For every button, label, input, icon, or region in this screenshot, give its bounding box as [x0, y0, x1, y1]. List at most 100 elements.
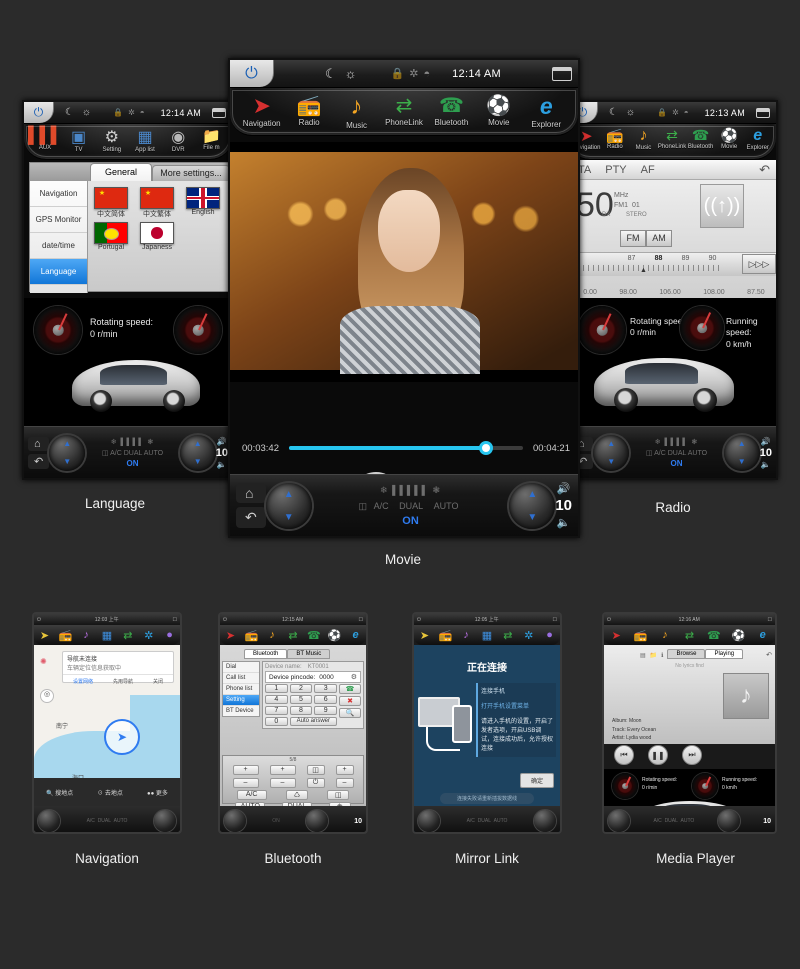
temp-up-icon[interactable]: ▲ — [607, 439, 615, 448]
bluetooth-phone-icon[interactable]: ☎ — [303, 629, 324, 642]
bt-pincode-value[interactable]: 0000 — [319, 674, 333, 681]
window-icon[interactable]: ☐ — [359, 617, 363, 623]
band-am-button[interactable]: AM — [646, 230, 672, 247]
language-option-portugal[interactable]: Portugal — [92, 222, 130, 251]
tab-playing[interactable]: Playing — [705, 649, 744, 659]
volume-down-icon[interactable]: 🔈 — [557, 516, 571, 529]
phonelink-icon[interactable]: ⇄ — [677, 629, 701, 642]
dock-item-phonelink[interactable]: ⇄ PhoneLink — [658, 127, 687, 150]
dock-item-movie[interactable]: ⚽ Movie — [475, 93, 522, 127]
window-icon[interactable]: ☐ — [553, 617, 557, 623]
preset-item[interactable]: 87.50 — [747, 289, 765, 296]
af-button[interactable]: AF — [641, 164, 655, 176]
radio-icon[interactable]: 📻 — [628, 629, 652, 642]
bt-sidebar-item-phone-list[interactable]: Phone list — [223, 684, 259, 695]
temp-down-extra[interactable]: – — [335, 778, 354, 788]
pty-button[interactable]: PTY — [605, 164, 626, 176]
temp-down-left[interactable]: – — [232, 778, 259, 788]
volume-down-icon[interactable]: 🔈 — [761, 460, 771, 469]
volume-up-icon[interactable]: 🔊 — [217, 437, 227, 446]
radio-icon[interactable]: 📻 — [241, 629, 262, 642]
window-icon[interactable]: ☐ — [173, 617, 177, 623]
navigation-arrow-icon[interactable]: ➤ — [220, 629, 241, 642]
map-action-network[interactable]: 设置网络 — [73, 678, 93, 685]
home-icon[interactable]: ⌂ — [236, 483, 266, 503]
movie-ball-icon[interactable]: ⚽ — [324, 629, 345, 642]
bluetooth-icon[interactable]: ✲ — [138, 629, 159, 642]
volume-knob-right[interactable]: ▲ ▼ — [723, 434, 760, 471]
temp-down-right[interactable]: – — [269, 778, 296, 788]
brightness-icon[interactable]: ☼ — [345, 66, 357, 81]
preset-item[interactable]: 106.00 — [659, 289, 680, 296]
moon-icon[interactable]: ☾ — [609, 107, 618, 118]
more-icon[interactable]: ● — [539, 629, 560, 641]
sidebar-item-gps-monitor[interactable]: GPS Monitor — [30, 207, 87, 233]
keypad-key[interactable]: 3 — [314, 684, 337, 693]
temp-down-icon[interactable]: ▼ — [63, 457, 71, 466]
language-option-english[interactable]: English — [184, 187, 222, 219]
mirror-link-confirm-button[interactable]: 确定 — [519, 773, 554, 788]
bluetooth-thumbnail[interactable]: ⏻ 12:15 AM ☐ ➤ 📻 ♪ ⇄ ☎ ⚽ e Bluetooth BT … — [218, 612, 368, 834]
dual-label[interactable]: DUAL — [124, 450, 142, 457]
dock-item-aux[interactable]: ▌▌▌ AUX — [28, 127, 62, 151]
progress-slider[interactable] — [288, 441, 524, 455]
media-icon-info[interactable]: ℹ — [661, 652, 663, 659]
hvac-on-label[interactable]: ON — [312, 515, 510, 527]
dock-item-dvr[interactable]: ◉ DVR — [162, 127, 195, 153]
bt-sidebar-item-bt-device[interactable]: BT Device — [223, 706, 259, 716]
temp-up-icon[interactable]: ▲ — [63, 439, 71, 448]
sidebar-item-navigation[interactable]: Navigation — [30, 181, 87, 207]
tab-general[interactable]: General — [90, 163, 152, 181]
tab-more-settings[interactable]: More settings... — [152, 165, 230, 181]
preset-item[interactable]: 0.00 — [583, 289, 597, 296]
more-icon[interactable]: ● — [159, 629, 180, 641]
auto-label[interactable]: AUTO — [434, 501, 459, 511]
volume-up-arrow-icon[interactable]: ▲ — [527, 489, 537, 500]
media-icon-list[interactable]: ▤ — [640, 652, 646, 659]
bt-reject-icon[interactable]: ✖ — [339, 696, 361, 706]
power-toggle[interactable]: ⏻ — [306, 778, 325, 788]
movie-ball-icon[interactable]: ⚽ — [726, 629, 750, 642]
window-icon[interactable] — [756, 107, 770, 118]
map-info-card[interactable]: 导航未连接 车辆定位信息获取中 设置网络 先用导航 关闭 — [62, 651, 174, 685]
dock-item-explorer[interactable]: e Explorer — [523, 93, 570, 129]
explorer-icon[interactable]: e — [345, 629, 366, 641]
bt-sidebar-item-call-list[interactable]: Call list — [223, 673, 259, 684]
temp-down-icon[interactable]: ▼ — [284, 512, 294, 523]
media-player-thumbnail[interactable]: ⏻ 12:16 AM ☐ ➤ 📻 ♪ ⇄ ☎ ⚽ e ▤ 📁 ℹ Browse … — [602, 612, 777, 834]
preset-item[interactable]: 108.00 — [703, 289, 724, 296]
phonelink-icon[interactable]: ⇄ — [497, 629, 518, 642]
window-icon[interactable] — [552, 66, 572, 81]
volume-knob-right[interactable] — [154, 810, 176, 832]
tab-bluetooth[interactable]: Bluetooth — [244, 649, 288, 659]
recirculate-icon[interactable]: ♺ — [285, 790, 308, 800]
ac-label[interactable]: A/C — [110, 450, 122, 457]
auto-answer-toggle[interactable]: Auto answer — [289, 717, 337, 726]
tab-bt-music[interactable]: BT Music — [287, 649, 331, 659]
navigation-arrow-icon[interactable]: ➤ — [604, 629, 628, 642]
volume-up-icon[interactable]: 🔊 — [557, 482, 571, 495]
defrost-icon[interactable]: ◫ — [646, 450, 653, 457]
moon-icon[interactable]: ☾ — [65, 107, 74, 118]
previous-icon[interactable]: ⏮ — [614, 745, 634, 765]
temp-up-icon[interactable]: ▲ — [284, 489, 294, 500]
volume-up-arrow-icon[interactable]: ▲ — [194, 439, 202, 448]
ac-label[interactable]: A/C — [654, 450, 666, 457]
map-locate-icon[interactable]: ◎ — [40, 689, 54, 703]
hvac-on-label[interactable]: ON — [629, 459, 724, 468]
auto-label[interactable]: AUTO — [688, 450, 707, 457]
temp-knob-left[interactable] — [224, 810, 246, 832]
dock-item-app-list[interactable]: ▦ App list — [128, 127, 161, 153]
keypad-key[interactable]: 5 — [289, 695, 313, 704]
navigation-arrow-icon[interactable]: ➤ — [414, 629, 435, 642]
volume-knob-right[interactable] — [305, 810, 328, 832]
temp-knob-left[interactable] — [608, 810, 630, 832]
dock-item-tv[interactable]: ▣ TV — [62, 127, 95, 153]
keypad-key[interactable]: 1 — [265, 684, 288, 693]
volume-knob-right[interactable] — [717, 810, 740, 832]
dock-item-file-manager[interactable]: 📁 File m — [195, 127, 228, 151]
volume-knob-right[interactable] — [534, 810, 556, 832]
dock-item-radio[interactable]: 📻 Radio — [285, 93, 332, 127]
back-arrow-icon[interactable]: ↶ — [28, 453, 50, 469]
bluetooth-icon[interactable]: ✲ — [518, 629, 539, 642]
